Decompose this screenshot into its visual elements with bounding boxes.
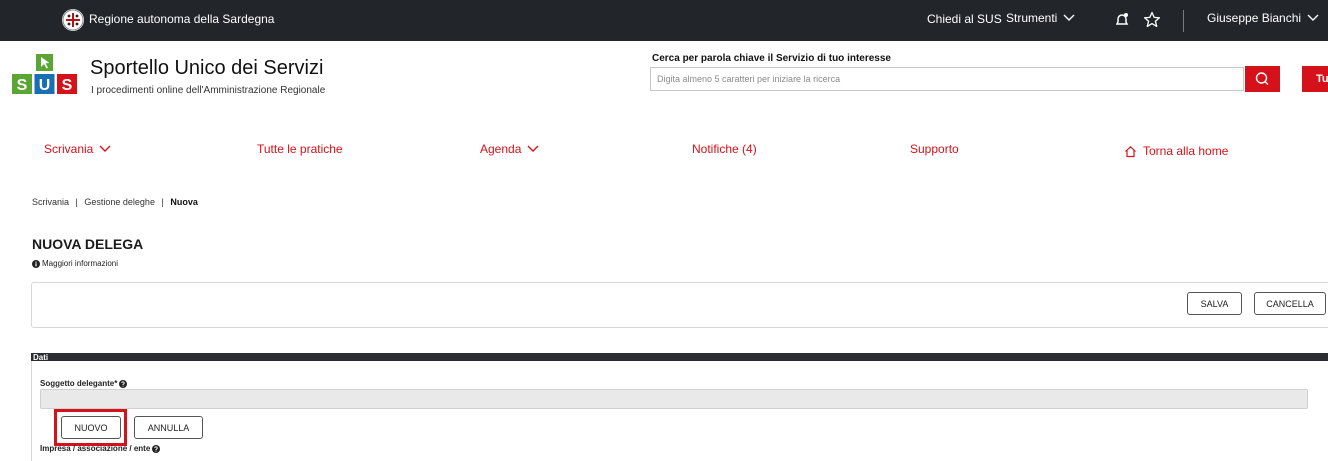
new-button[interactable]: NUOVO bbox=[61, 416, 121, 439]
favorites-star-icon[interactable] bbox=[1143, 11, 1161, 34]
breadcrumb: Scrivania | Gestione deleghe | Nuova bbox=[32, 197, 198, 207]
chevron-down-icon bbox=[527, 145, 539, 152]
site-subtitle: I procedimenti online dell'Amministrazio… bbox=[91, 85, 326, 96]
user-name: Giuseppe Bianchi bbox=[1207, 11, 1302, 25]
breadcrumb-separator: | bbox=[75, 197, 78, 207]
breadcrumb-delegations[interactable]: Gestione deleghe bbox=[84, 197, 155, 207]
data-section-header: Dati bbox=[31, 353, 1328, 362]
tools-menu-label: Strumenti bbox=[1006, 11, 1058, 25]
more-info-label: Maggiori informazioni bbox=[42, 259, 119, 268]
chevron-down-icon bbox=[99, 145, 111, 152]
info-icon bbox=[32, 259, 40, 268]
nav-all-cases[interactable]: Tutte le pratiche bbox=[257, 142, 343, 156]
region-link[interactable]: Regione autonoma della Sardegna bbox=[89, 12, 274, 26]
all-services-button[interactable]: Tu bbox=[1302, 66, 1328, 92]
search-input[interactable] bbox=[650, 67, 1244, 91]
user-menu[interactable]: Giuseppe Bianchi bbox=[1207, 11, 1319, 25]
help-icon[interactable] bbox=[119, 379, 128, 388]
delegator-field[interactable] bbox=[40, 389, 1308, 409]
save-button[interactable]: SALVA bbox=[1187, 292, 1242, 315]
logo-letter-s1: S bbox=[17, 77, 28, 94]
help-icon[interactable] bbox=[152, 444, 161, 453]
breadcrumb-separator: | bbox=[161, 197, 164, 207]
cancel-button[interactable]: CANCELLA bbox=[1254, 292, 1326, 315]
logo-letter-s2: S bbox=[62, 77, 73, 94]
company-label: Impresa / associazione / ente bbox=[40, 444, 161, 453]
nav-home[interactable]: Torna alla home bbox=[1124, 144, 1228, 158]
chevron-down-icon bbox=[1063, 14, 1075, 21]
site-title[interactable]: Sportello Unico dei Servizi bbox=[90, 57, 323, 80]
region-emblem-icon bbox=[62, 9, 84, 31]
nav-agenda[interactable]: Agenda bbox=[480, 142, 539, 156]
search-button[interactable] bbox=[1245, 66, 1280, 92]
nav-support[interactable]: Supporto bbox=[910, 142, 959, 156]
delegator-label: Soggetto delegante* bbox=[40, 379, 128, 388]
ask-sus-link[interactable]: Chiedi al SUS bbox=[927, 12, 1002, 26]
delegator-label-text: Soggetto delegante* bbox=[40, 379, 118, 388]
home-icon bbox=[1125, 145, 1136, 157]
company-label-text: Impresa / associazione / ente bbox=[40, 444, 151, 453]
search-icon bbox=[1255, 72, 1269, 85]
breadcrumb-current: Nuova bbox=[170, 197, 198, 207]
logo-letter-u: U bbox=[39, 77, 51, 94]
breadcrumb-desk[interactable]: Scrivania bbox=[32, 197, 69, 207]
chevron-down-icon bbox=[1307, 14, 1319, 21]
notification-bell-icon[interactable] bbox=[1114, 12, 1130, 33]
top-bar: Regione autonoma della Sardegna Chiedi a… bbox=[0, 0, 1328, 41]
nav-desk[interactable]: Scrivania bbox=[44, 142, 111, 156]
data-section bbox=[31, 361, 1328, 461]
nav-home-label: Torna alla home bbox=[1143, 144, 1229, 158]
tools-menu[interactable]: Strumenti bbox=[1006, 11, 1075, 25]
sus-logo[interactable]: S U S bbox=[12, 54, 78, 94]
page-title: NUOVA DELEGA bbox=[32, 236, 144, 252]
topbar-divider bbox=[1183, 10, 1184, 32]
search-label: Cerca per parola chiave il Servizio di t… bbox=[652, 53, 891, 64]
more-info-link[interactable]: Maggiori informazioni bbox=[32, 259, 118, 268]
nav-notifications[interactable]: Notifiche (4) bbox=[692, 142, 757, 156]
nav-desk-label: Scrivania bbox=[44, 142, 94, 156]
action-panel: SALVA CANCELLA bbox=[31, 282, 1328, 328]
annul-button[interactable]: ANNULLA bbox=[134, 416, 203, 439]
nav-agenda-label: Agenda bbox=[480, 142, 522, 156]
